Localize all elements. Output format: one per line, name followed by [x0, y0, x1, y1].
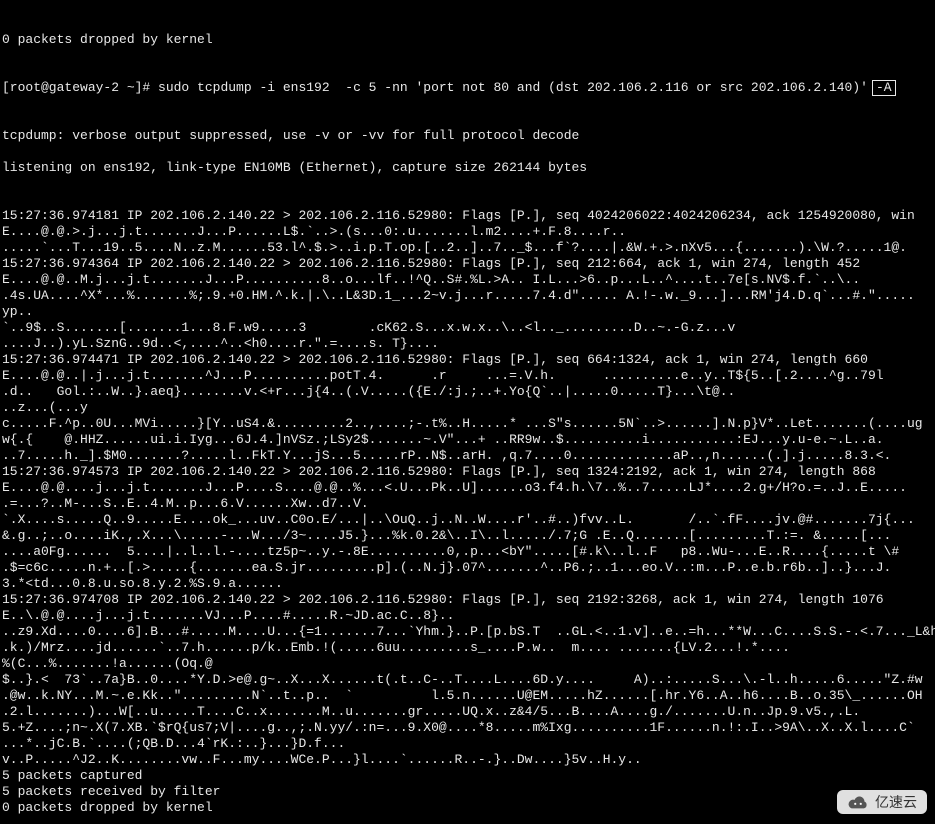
output-line: .2.l.......)...W[..u.....T....C..x......… — [2, 704, 933, 720]
output-line: E....@.@..|.j...j.t.......^J...P........… — [2, 368, 933, 384]
output-line: E....@.@....j...j.t.......J...P....S....… — [2, 480, 933, 496]
output-line: 0 packets dropped by kernel — [2, 32, 933, 48]
output-line: yp.. — [2, 304, 933, 320]
command-text: sudo tcpdump -i ens192 -c 5 -nn 'port no… — [158, 80, 868, 95]
output-line: 0 packets dropped by kernel — [2, 800, 933, 816]
flag-box-a: -A — [872, 80, 896, 96]
output-line: ....a0Fg...... 5....|..l..l.-....tz5p~..… — [2, 544, 933, 560]
output-line: .@w..k.NY...M.~.e.Kk..".........N`..t..p… — [2, 688, 933, 704]
prompt: [root@gateway-2 ~]# — [2, 80, 158, 95]
output-line: %(C...%.......!a......(Oq.@ — [2, 656, 933, 672]
output-line: ..7.....h._].$M0.......?.....l..FkT.Y...… — [2, 448, 933, 464]
tcpdump-ascii-output: 15:27:36.974181 IP 202.106.2.140.22 > 20… — [2, 208, 933, 816]
output-line: .d.. Gol.:..W..}.aeq}........v.<+r...j{4… — [2, 384, 933, 400]
output-line: $..}.< 73`..7a}B..0....*Y.D.>e@.g~..X...… — [2, 672, 933, 688]
output-line: v..P.....^J2..K........vw..F...my....WCe… — [2, 752, 933, 768]
output-line: 5 packets received by filter — [2, 784, 933, 800]
output-line: .4s.UA....^X*...%.......%;.9.+0.HM.^.k.|… — [2, 288, 933, 304]
output-line: .=...?..M-...S..E..4.M..p...6.V......Xw.… — [2, 496, 933, 512]
watermark-text: 亿速云 — [875, 794, 917, 810]
output-line: 15:27:36.974364 IP 202.106.2.140.22 > 20… — [2, 256, 933, 272]
output-line: 15:27:36.974708 IP 202.106.2.140.22 > 20… — [2, 592, 933, 608]
output-line: ....J..).yL.SznG..9d..<,....^..<h0....r.… — [2, 336, 933, 352]
output-line: tcpdump: verbose output suppressed, use … — [2, 128, 933, 144]
output-line: c.....F.^p..0U...MVi.....}[Y..uS4.&.....… — [2, 416, 933, 432]
output-line: 3.*<td...0.8.u.so.8.y.2.%S.9.a...... — [2, 576, 933, 592]
output-line: &.g..;..o....iK.,.X...\.....-...W.../3~.… — [2, 528, 933, 544]
output-line: ..z...(...y — [2, 400, 933, 416]
output-line: listening on ens192, link-type EN10MB (E… — [2, 160, 933, 176]
output-line: 15:27:36.974181 IP 202.106.2.140.22 > 20… — [2, 208, 933, 224]
output-line: ...*..jC.B.`....(;QB.D...4`rK.:..}...}D.… — [2, 736, 933, 752]
output-line: E....@.@..M.j...j.t.......J...P.........… — [2, 272, 933, 288]
output-line: .....`...T...19..5....N..z.M......53.l^.… — [2, 240, 933, 256]
output-line: .$=c6c.....n.+..[.>.....{.......ea.S.jr.… — [2, 560, 933, 576]
output-line: 5.+Z....;n~.X(7.XB.`$rQ{us7;V|....g..,;.… — [2, 720, 933, 736]
output-line: E....@.@.>.j...j.t.......J...P......L$.`… — [2, 224, 933, 240]
output-line: E..\.@.@....j...j.t.......VJ...P....#...… — [2, 608, 933, 624]
output-line: ..z9.Xd....0....6].B...#.....M....U...{=… — [2, 624, 933, 640]
watermark: 亿速云 — [837, 790, 927, 814]
output-line: 5 packets captured — [2, 768, 933, 784]
cloud-icon — [847, 794, 869, 810]
prompt-line[interactable]: [root@gateway-2 ~]# sudo tcpdump -i ens1… — [2, 80, 933, 96]
output-line: .k.)/Mrz....jd......`..7.h......p/k..Emb… — [2, 640, 933, 656]
output-line: `..9$..S.......[.......1...8.F.w9.....3 … — [2, 320, 933, 336]
output-line: 15:27:36.974573 IP 202.106.2.140.22 > 20… — [2, 464, 933, 480]
terminal-output: 0 packets dropped by kernel [root@gatewa… — [0, 0, 935, 824]
output-line: `.X....s.....Q..9.....E....ok_...uv..C0o… — [2, 512, 933, 528]
output-line: 15:27:36.974471 IP 202.106.2.140.22 > 20… — [2, 352, 933, 368]
output-line: w{.{ @.HHZ......ui.i.Iyg...6J.4.]nVSz.;L… — [2, 432, 933, 448]
